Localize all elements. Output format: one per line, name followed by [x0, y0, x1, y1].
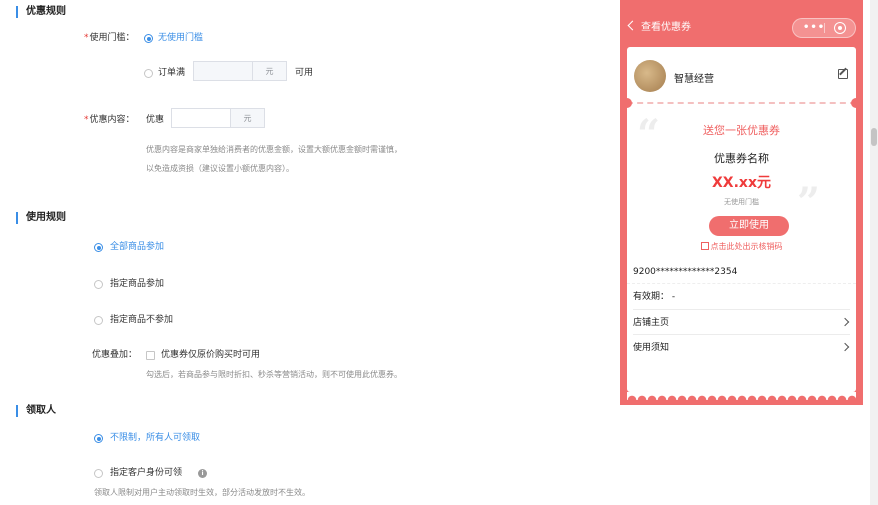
- radio-unlimited[interactable]: [94, 434, 103, 443]
- card-notch-left: [622, 98, 632, 108]
- shop-home-row[interactable]: 店铺主页: [633, 309, 850, 335]
- coupon-preview-phone: 查看优惠券 ••• 智慧经营 “ ” 送您一张优惠券 优惠券名称 XX.xx元 …: [620, 0, 863, 405]
- section-title-usage-rules: 使用规则: [16, 212, 66, 224]
- shop-name: 智慧经营: [674, 74, 714, 85]
- scrollbar-thumb[interactable]: [871, 128, 877, 146]
- radio-specific-products[interactable]: [94, 280, 103, 289]
- option-order-full-label[interactable]: 订单满: [158, 67, 185, 79]
- section-title-recipient: 领取人: [16, 405, 56, 417]
- option-unlimited-label[interactable]: 不限制，所有人可领取: [110, 432, 200, 444]
- order-full-amount-group: 元: [193, 61, 287, 81]
- coupon-threshold: 无使用门槛: [724, 198, 759, 206]
- page-scrollbar[interactable]: [870, 0, 878, 505]
- coupon-value: XX.xx元: [712, 175, 771, 191]
- order-full-unit: 元: [252, 62, 286, 80]
- required-mark: *: [84, 115, 89, 125]
- radio-exclude-products[interactable]: [94, 316, 103, 325]
- order-full-suffix: 可用: [295, 68, 314, 78]
- usage-notes-row[interactable]: 使用须知: [633, 334, 850, 360]
- validity-text: 有效期： -: [633, 292, 676, 302]
- shop-avatar: [634, 60, 666, 92]
- validity-row: 有效期： -: [633, 284, 850, 310]
- card-divider-top: [627, 102, 856, 104]
- content-label-text: 优惠内容：: [89, 115, 135, 125]
- info-icon[interactable]: i: [198, 469, 207, 478]
- radio-order-full[interactable]: [144, 69, 153, 78]
- more-dots-icon[interactable]: •••: [803, 21, 825, 35]
- coupon-name: 优惠券名称: [714, 152, 769, 165]
- stack-checkbox-label[interactable]: 优惠券仅原价购买时可用: [161, 349, 260, 361]
- coupon-code-row: 9200*************2354: [633, 259, 850, 285]
- usage-notes-label: 使用须知: [633, 343, 670, 353]
- capsule-divider: [824, 23, 825, 33]
- phone-title: 查看优惠券: [641, 22, 691, 33]
- radio-no-threshold[interactable]: [144, 34, 153, 43]
- back-arrow-icon[interactable]: [627, 20, 638, 31]
- edit-icon[interactable]: [838, 69, 848, 79]
- qr-code-icon: [700, 242, 709, 250]
- option-exclude-products-label[interactable]: 指定商品不参加: [110, 314, 173, 326]
- chevron-right-icon: [840, 317, 850, 327]
- use-now-button[interactable]: 立即使用: [709, 216, 789, 236]
- stack-label: 优惠叠加：: [92, 350, 138, 360]
- threshold-label-text: 使用门槛：: [89, 33, 135, 43]
- phone-nav-bar: 查看优惠券 •••: [620, 15, 863, 41]
- content-help-line2: 以免造成资损（建议设置小额优惠内容）。: [146, 164, 294, 173]
- order-full-amount-input[interactable]: [194, 62, 252, 80]
- discount-amount-group: 元: [171, 108, 265, 128]
- card-scalloped-edge: [627, 392, 856, 400]
- content-prefix: 优惠: [146, 115, 165, 125]
- shop-header: 智慧经营: [627, 47, 856, 102]
- radio-identity[interactable]: [94, 469, 103, 478]
- stack-checkbox[interactable]: [146, 351, 155, 360]
- option-identity-label[interactable]: 指定客户身份可领: [110, 467, 182, 479]
- capsule-close-icon[interactable]: [834, 22, 846, 34]
- threshold-label: *使用门槛：: [84, 32, 135, 44]
- chevron-right-icon: [840, 342, 850, 352]
- radio-all-products[interactable]: [94, 243, 103, 252]
- card-notch-right: [851, 98, 861, 108]
- content-help-line1: 优惠内容是商家单独给消费者的优惠金额，设置大额优惠金额时需谨慎，: [146, 145, 402, 154]
- mini-program-capsule: •••: [792, 18, 856, 38]
- stack-help: 勾选后，若商品参与限时折扣、秒杀等营销活动，则不可使用此优惠券。: [146, 370, 402, 379]
- option-all-products-label[interactable]: 全部商品参加: [110, 241, 164, 253]
- discount-amount-input[interactable]: [172, 109, 230, 127]
- option-specific-products-label[interactable]: 指定商品参加: [110, 278, 164, 290]
- content-label: *优惠内容：: [84, 114, 135, 126]
- shop-home-label: 店铺主页: [633, 318, 670, 328]
- option-no-threshold-label[interactable]: 无使用门槛: [158, 32, 203, 44]
- gift-title: 送您一张优惠券: [703, 124, 780, 137]
- required-mark: *: [84, 33, 89, 43]
- writeoff-text: 点击此处出示核销码: [710, 242, 783, 251]
- coupon-card: 智慧经营 “ ” 送您一张优惠券 优惠券名称 XX.xx元 无使用门槛 立即使用…: [622, 47, 861, 392]
- writeoff-link[interactable]: 点击此处出示核销码: [627, 241, 856, 252]
- coupon-code: 9200*************2354: [633, 267, 738, 277]
- recipient-help: 领取人限制对用户主动领取时生效，部分活动发放时不生效。: [94, 488, 310, 497]
- discount-amount-unit: 元: [230, 109, 264, 127]
- section-title-discount-rules: 优惠规则: [16, 6, 66, 18]
